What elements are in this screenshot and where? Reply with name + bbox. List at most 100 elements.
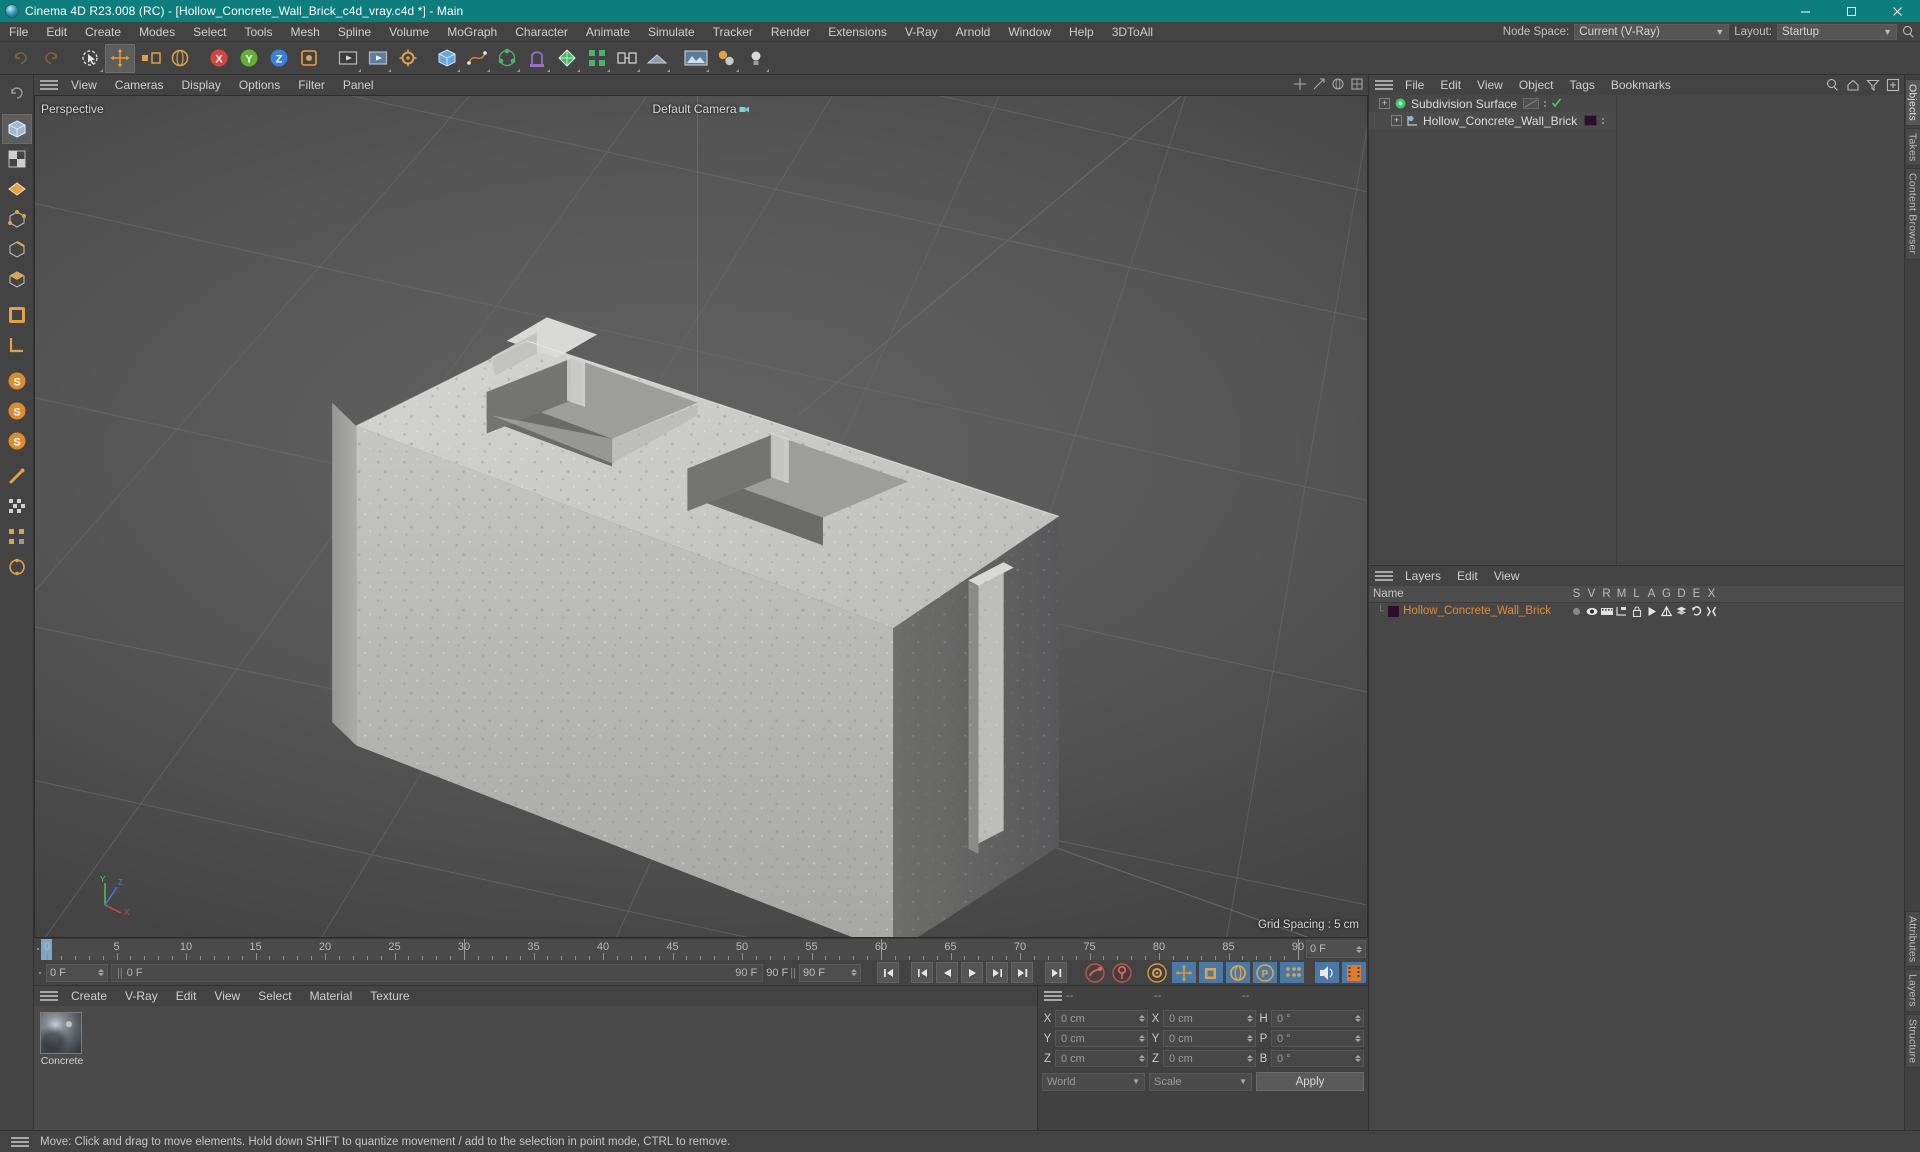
menu-item-modes[interactable]: Modes	[130, 22, 184, 42]
menu-item-simulate[interactable]: Simulate	[639, 22, 704, 42]
layer-name-cell[interactable]: └ Hollow_Concrete_Wall_Brick	[1369, 605, 1569, 617]
viewport-menu-filter[interactable]: Filter	[289, 75, 334, 95]
layer-menu-edit[interactable]: Edit	[1449, 566, 1486, 586]
position-y-input[interactable]: 0 cm	[1055, 1030, 1148, 1047]
timeline-range-track[interactable]: || 0 F 90 F	[111, 963, 764, 982]
menu-item-spline[interactable]: Spline	[329, 22, 380, 42]
generators-icon[interactable]	[1659, 605, 1674, 617]
next-key-button[interactable]	[1011, 962, 1033, 983]
workplane-lock-button[interactable]	[2, 522, 32, 552]
move-tool[interactable]	[105, 43, 135, 73]
spinner-icon[interactable]	[98, 969, 104, 976]
menu-item-extensions[interactable]: Extensions	[819, 22, 896, 42]
size-x-input[interactable]: 0 cm	[1163, 1010, 1256, 1027]
hamburger-icon[interactable]	[1044, 989, 1062, 1003]
previous-key-button[interactable]	[911, 962, 933, 983]
expand-toggle-icon[interactable]: +	[1391, 115, 1402, 126]
controls-grip[interactable]	[36, 971, 43, 974]
point-level-animation-button[interactable]	[1280, 962, 1304, 983]
viewport-menu-display[interactable]: Display	[172, 75, 229, 95]
object-manager-empty-area[interactable]	[1617, 95, 1904, 565]
rotate-viewport-icon[interactable]	[1331, 77, 1345, 91]
picture-viewer-button[interactable]	[681, 44, 711, 73]
material-item[interactable]: Concrete	[40, 1012, 84, 1067]
spinner-icon[interactable]	[1355, 1035, 1361, 1042]
render-to-picture-viewer-button[interactable]	[363, 44, 393, 73]
spinner-icon[interactable]	[1355, 1015, 1361, 1022]
object-menu-view[interactable]: View	[1469, 75, 1511, 95]
spinner-icon[interactable]	[1139, 1015, 1145, 1022]
timeline-button[interactable]	[1342, 962, 1366, 983]
spinner-icon[interactable]	[1139, 1035, 1145, 1042]
maximize-viewport-icon[interactable]	[1350, 77, 1364, 91]
content-browser-button[interactable]	[711, 44, 741, 73]
timeline-frame-field-right[interactable]: 0 F	[1306, 940, 1366, 958]
spinner-icon[interactable]	[1247, 1055, 1253, 1062]
menu-item-character[interactable]: Character	[506, 22, 577, 42]
play-sound-button[interactable]	[1315, 962, 1339, 983]
menu-item-help[interactable]: Help	[1060, 22, 1103, 42]
layer-row[interactable]: └ Hollow_Concrete_Wall_Brick	[1369, 603, 1904, 619]
menu-item-tools[interactable]: Tools	[235, 22, 281, 42]
undo-view-button[interactable]	[2, 78, 32, 108]
enable-check-icon[interactable]	[1551, 97, 1562, 111]
next-frame-button[interactable]	[986, 962, 1008, 983]
world-object-coordinate-button[interactable]	[294, 44, 324, 73]
spinner-icon[interactable]	[1247, 1035, 1253, 1042]
edge-mode-button[interactable]	[2, 234, 32, 264]
render-view-button[interactable]	[333, 44, 363, 73]
viewport-solo-single-button[interactable]: S	[2, 366, 32, 396]
coordinate-mode-dropdown[interactable]: Scale ▼	[1149, 1072, 1252, 1091]
menu-item-edit[interactable]: Edit	[37, 22, 76, 42]
tag-slot[interactable]	[1523, 98, 1540, 109]
workplane-mode-button[interactable]	[2, 174, 32, 204]
deformers-icon[interactable]	[1674, 606, 1689, 617]
material-menu-create[interactable]: Create	[62, 986, 116, 1006]
menu-item-file[interactable]: File	[0, 22, 37, 42]
object-menu-file[interactable]: File	[1397, 75, 1432, 95]
lock-icon[interactable]	[1629, 605, 1644, 617]
autokeying-button[interactable]	[1110, 962, 1134, 983]
rotation-p-input[interactable]: 0 °	[1271, 1030, 1364, 1047]
object-row-subdivision-surface[interactable]: + Subdivision Surface	[1369, 95, 1616, 112]
node-space-dropdown[interactable]: Current (V-Ray) ▼	[1574, 24, 1730, 40]
material-menu-vray[interactable]: V-Ray	[116, 986, 167, 1006]
enable-axis-modification-button[interactable]	[2, 300, 32, 330]
menu-item-volume[interactable]: Volume	[380, 22, 438, 42]
maximize-button[interactable]	[1828, 0, 1874, 22]
search-icon[interactable]	[1902, 25, 1916, 39]
manager-icon[interactable]	[1614, 606, 1629, 616]
expand-toggle-icon[interactable]: +	[1379, 98, 1390, 109]
visibility-dots-icon[interactable]	[1602, 117, 1605, 124]
tab-layers[interactable]: Layers	[1904, 968, 1920, 1012]
material-menu-edit[interactable]: Edit	[167, 986, 206, 1006]
quantize-button[interactable]	[2, 492, 32, 522]
scale-tool[interactable]	[135, 44, 165, 73]
filter-icon[interactable]	[1866, 78, 1880, 92]
x-axis-lock-button[interactable]: X	[204, 44, 234, 73]
menu-item-vray[interactable]: V-Ray	[896, 22, 947, 42]
live-selection-tool[interactable]	[75, 44, 105, 73]
spinner-icon[interactable]	[851, 969, 857, 976]
timeline-grip[interactable]	[34, 938, 41, 960]
xref-icon[interactable]	[1704, 606, 1719, 617]
material-list[interactable]: Concrete	[34, 1006, 1037, 1130]
hamburger-icon[interactable]	[40, 989, 58, 1003]
home-icon[interactable]	[1846, 78, 1860, 92]
point-mode-button[interactable]	[2, 204, 32, 234]
spinner-icon[interactable]	[1355, 1055, 1361, 1062]
z-axis-lock-button[interactable]: Z	[264, 44, 294, 73]
end-frame-input[interactable]: 90 F	[799, 963, 861, 982]
visibility-dots-icon[interactable]	[1544, 100, 1547, 107]
layer-table-body[interactable]: └ Hollow_Concrete_Wall_Brick	[1369, 603, 1904, 1130]
hamburger-icon[interactable]	[1375, 78, 1393, 92]
viewport-menu-view[interactable]: View	[62, 75, 106, 95]
spinner-icon[interactable]	[1139, 1055, 1145, 1062]
rotation-h-input[interactable]: 0 °	[1271, 1010, 1364, 1027]
rotation-key-button[interactable]	[1226, 962, 1250, 983]
scale-viewport-icon[interactable]	[1312, 77, 1326, 91]
viewport-menu-cameras[interactable]: Cameras	[106, 75, 173, 95]
viewport-perspective[interactable]: Perspective Default Camera Grid Spacing …	[34, 95, 1368, 938]
spline-pen-button[interactable]	[462, 44, 492, 73]
menu-item-arnold[interactable]: Arnold	[947, 22, 1000, 42]
